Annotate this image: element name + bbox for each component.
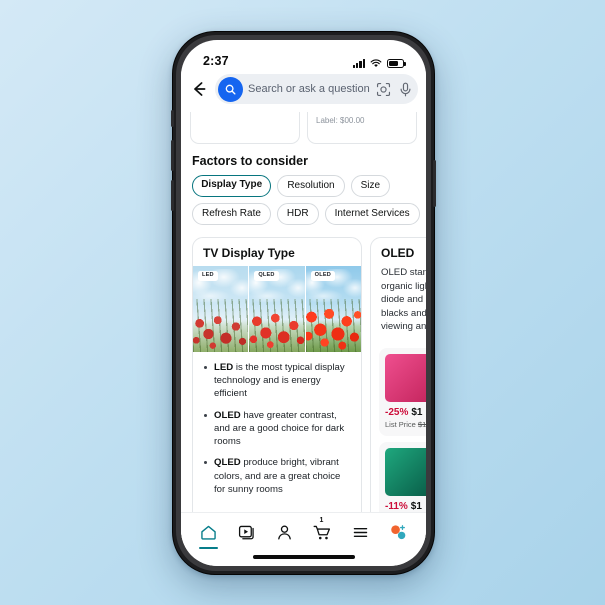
silent-switch-button[interactable] <box>171 110 174 127</box>
current-price: $1 <box>411 407 423 419</box>
search-input[interactable]: Search or ask a question <box>215 74 418 104</box>
bullet-term: LED <box>214 362 234 373</box>
card-title: OLED <box>381 246 415 260</box>
volume-up-button[interactable] <box>171 140 174 171</box>
active-indicator <box>198 546 218 549</box>
home-icon <box>200 525 216 540</box>
volume-down-button[interactable] <box>171 180 174 211</box>
image-panel-oled: OLED <box>305 266 361 352</box>
back-arrow-icon[interactable] <box>189 79 209 99</box>
status-bar: 2:37 <box>181 40 426 70</box>
current-price: $1 <box>410 501 422 513</box>
panel-tag-oled: OLED <box>310 271 335 281</box>
image-panel-qled: QLED <box>249 266 306 352</box>
display-type-bullet-list: LED is the most typical display technolo… <box>193 352 361 508</box>
factors-title: Factors to consider <box>192 154 308 168</box>
battery-icon <box>387 59 406 68</box>
bullet-term: QLED <box>214 457 241 469</box>
nav-item-account[interactable] <box>269 516 299 548</box>
chip-display-type[interactable]: Display Type <box>192 175 272 197</box>
inspire-video-icon <box>238 525 254 539</box>
hamburger-menu-icon <box>353 527 368 537</box>
panel-tag-led: LED <box>198 271 218 281</box>
list-price-label: List Price <box>385 420 416 430</box>
bottom-navigation-bar: 1 <box>181 512 426 566</box>
display-comparison-image: LED QLED OLED <box>193 266 361 352</box>
chip-size[interactable]: Size <box>350 175 391 197</box>
search-icon[interactable] <box>218 76 243 102</box>
rufus-assistant-icon <box>391 524 406 539</box>
card-body-text: OLED stands for organic light emitting d… <box>381 267 426 333</box>
clipped-card[interactable] <box>190 112 300 144</box>
person-icon <box>278 525 291 540</box>
wifi-icon <box>370 59 382 67</box>
deal-item[interactable]: -25% $1 List Price $1 <box>379 348 426 437</box>
search-header: Search or ask a question <box>181 70 426 112</box>
panel-tag-qled: QLED <box>254 271 279 281</box>
tv-display-type-card[interactable]: TV Display Type LED QLED OLED LED is the… <box>192 237 362 532</box>
info-card-carousel[interactable]: TV Display Type LED QLED OLED LED is the… <box>181 231 426 532</box>
product-image <box>385 354 426 403</box>
card-title: TV Display Type <box>203 246 295 260</box>
signal-bars-icon <box>352 59 365 68</box>
chip-internet-services[interactable]: Internet Services <box>324 203 420 225</box>
phone-screen: 2:37 Search or ask a question Label: $00… <box>181 40 426 566</box>
deal-price-row: -11% $1 <box>385 501 426 512</box>
clipped-card-label: Label: $00.00 <box>316 116 365 125</box>
bullet-term: OLED <box>214 409 241 421</box>
filter-chip-row-1: Display Type Resolution Size <box>181 175 426 203</box>
list-item: LED is the most typical display technolo… <box>203 361 351 401</box>
list-price-value: $1 <box>417 420 426 430</box>
microphone-icon[interactable] <box>397 81 414 98</box>
clipped-cards-row: Label: $00.00 <box>181 112 426 144</box>
product-image <box>385 448 426 497</box>
filter-chip-row-2: Refresh Rate HDR Internet Services <box>181 203 426 231</box>
nav-item-cart[interactable]: 1 <box>308 516 338 548</box>
nav-item-inspire[interactable] <box>231 516 261 548</box>
clipped-card[interactable]: Label: $00.00 <box>307 112 417 144</box>
power-button[interactable] <box>433 160 436 207</box>
chip-hdr[interactable]: HDR <box>276 203 319 225</box>
nav-item-menu[interactable] <box>346 516 376 548</box>
discount-badge: -25% <box>385 407 409 419</box>
search-placeholder: Search or ask a question <box>248 83 370 95</box>
deal-price-row: -25% $1 <box>385 407 426 418</box>
status-time: 2:37 <box>203 54 229 68</box>
chip-resolution[interactable]: Resolution <box>277 175 345 197</box>
chip-refresh-rate[interactable]: Refresh Rate <box>192 203 271 225</box>
cart-icon <box>313 525 331 539</box>
cart-badge-count: 1 <box>319 517 324 524</box>
page-scroll-area[interactable]: Label: $00.00 Factors to consider Displa… <box>181 112 426 555</box>
list-price-row: List Price $1 <box>385 420 426 429</box>
list-item: OLED have greater contrast, and are a go… <box>203 409 351 449</box>
home-indicator[interactable] <box>252 555 355 559</box>
nav-item-rufus[interactable] <box>384 516 414 548</box>
nav-item-home[interactable] <box>193 516 223 549</box>
phone-device-frame: 2:37 Search or ask a question Label: $00… <box>171 31 436 575</box>
list-item: QLED produce bright, vibrant colors, and… <box>203 456 351 496</box>
bullet-text: is the most typical display technology a… <box>214 362 345 400</box>
image-panel-led: LED <box>193 266 250 352</box>
status-icons <box>352 59 406 68</box>
discount-badge: -11% <box>385 501 408 513</box>
camera-lens-icon[interactable] <box>375 81 392 98</box>
oled-detail-card[interactable]: OLED OLED stands for organic light emitt… <box>370 237 426 532</box>
